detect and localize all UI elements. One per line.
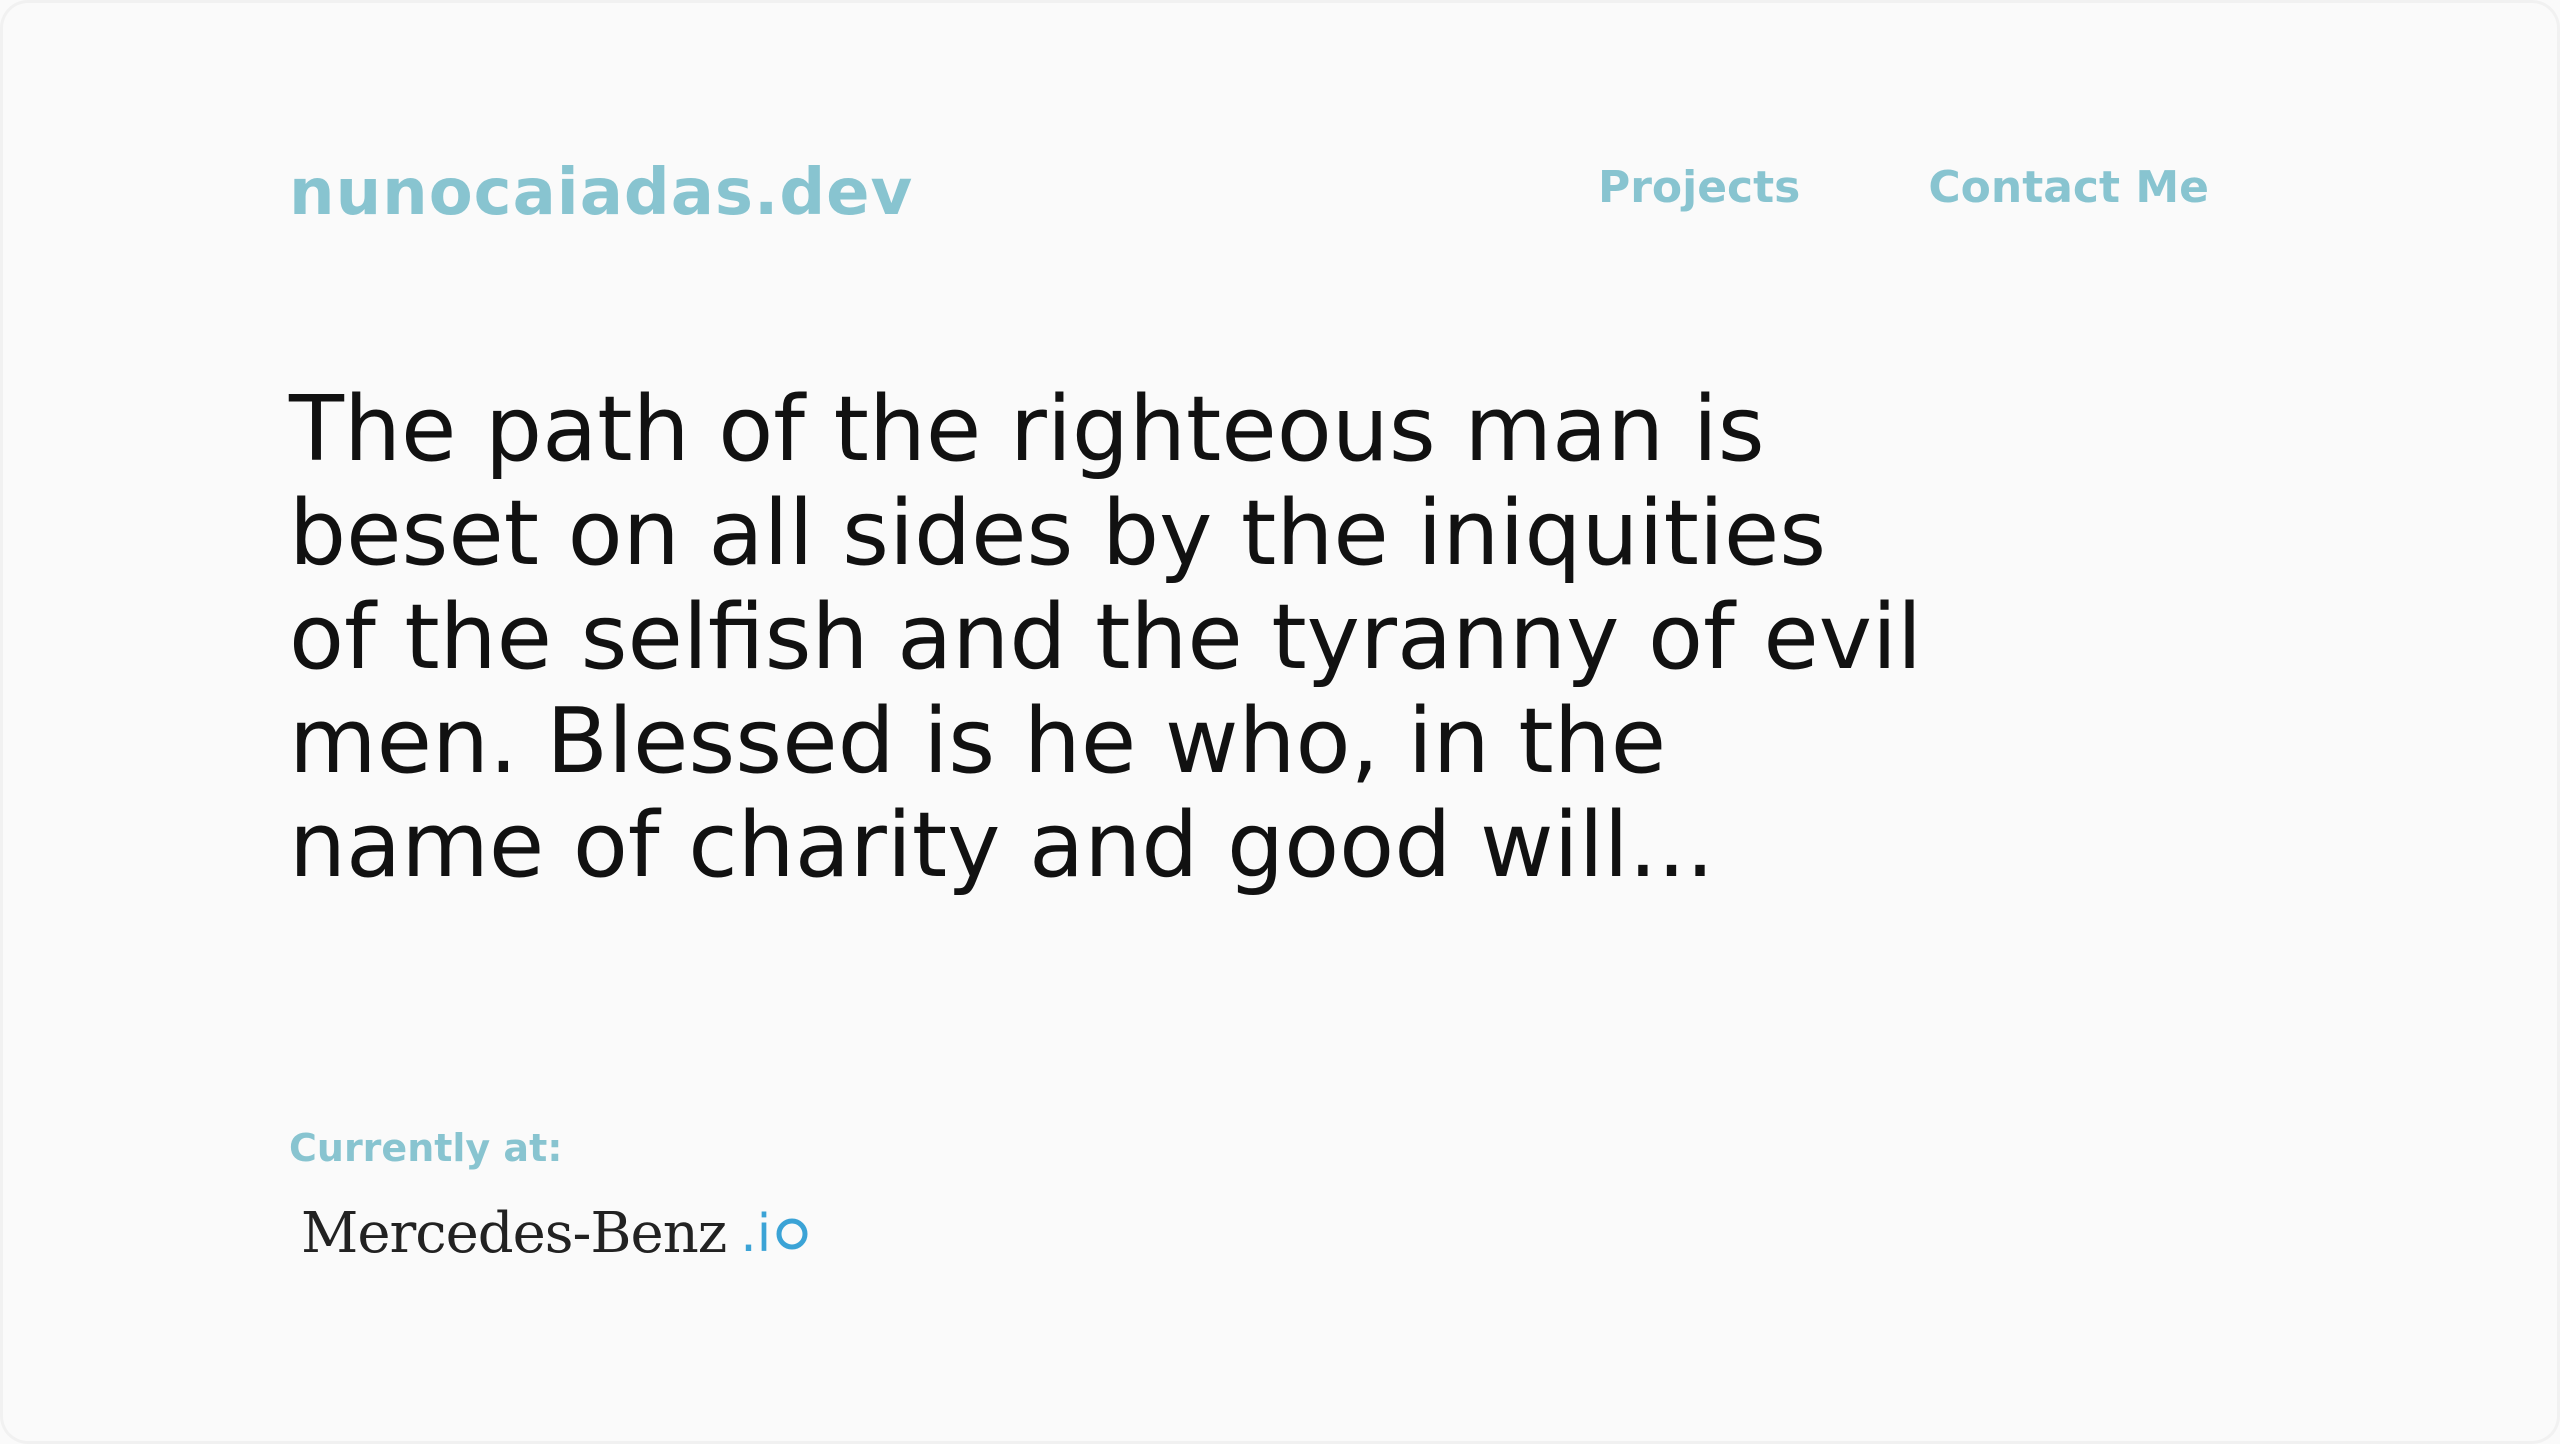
nav-link-projects[interactable]: Projects	[1598, 158, 1800, 218]
site-header: nunocaiadas.dev Projects Contact Me	[289, 148, 2209, 238]
company-suffix: .i	[740, 1198, 809, 1270]
currently-at-section: Currently at: Mercedes-Benz .i	[289, 1118, 809, 1270]
company-logo[interactable]: Mercedes-Benz .i	[301, 1198, 809, 1270]
currently-at-label: Currently at:	[289, 1126, 563, 1170]
io-ring-icon	[776, 1218, 808, 1250]
nav-link-contact-me[interactable]: Contact Me	[1928, 158, 2209, 218]
brand-logo-link[interactable]: nunocaiadas.dev	[289, 148, 913, 238]
page: nunocaiadas.dev Projects Contact Me The …	[0, 0, 2560, 1444]
company-suffix-text: .i	[740, 1204, 772, 1264]
hero-quote: The path of the righteous man is beset o…	[289, 377, 1923, 898]
company-name: Mercedes-Benz	[301, 1201, 727, 1266]
main-nav: Projects Contact Me	[1598, 158, 2209, 218]
